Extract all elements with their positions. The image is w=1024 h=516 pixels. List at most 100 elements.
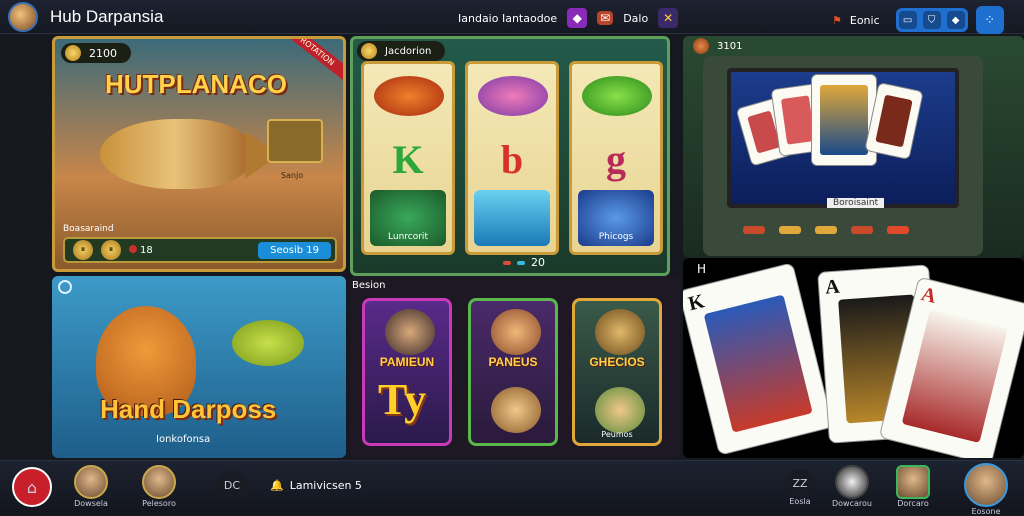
screen-label: Boroisaint	[827, 198, 885, 208]
slot-reel: K Lunrcorit	[361, 61, 455, 255]
slots-panel[interactable]: Jacdorion K Lunrcorit b g Phicogs 20	[350, 36, 670, 276]
coin-icon	[361, 43, 377, 59]
game-title: HUTPLANACO	[105, 69, 287, 99]
game-list-panel: Besion PAMIEUN Ty PANEUS GHECIOS Peumos	[350, 276, 680, 458]
nav-item[interactable]: DC	[218, 471, 246, 499]
dc-badge: DC	[218, 471, 246, 499]
game-card-sub: Peumos	[601, 430, 633, 439]
nav-item[interactable]: Pelesoro	[142, 465, 176, 508]
bet-up-button[interactable]: ⏸	[101, 240, 121, 260]
settings-icon[interactable]: ◆	[946, 11, 965, 29]
fish-illustration	[100, 119, 250, 189]
top-center-group: Iandaio Iantaodoe ◆ ✉ Dalo ✕	[458, 8, 679, 28]
card-art	[703, 294, 813, 433]
fish-boss-panel[interactable]: Hand Darposs Ionkofonsa	[52, 276, 346, 458]
arcade-panel[interactable]: 3101 Boroisaint	[683, 36, 1024, 258]
card-game-panel[interactable]: H K A A	[683, 258, 1024, 458]
nav-item[interactable]: Eosone	[964, 463, 1008, 516]
fishing-hunt-panel[interactable]: 2100 ROTATION HUTPLANACO Sanjo Boasarain…	[52, 36, 346, 272]
tools-icon[interactable]: ✕	[658, 8, 679, 28]
nav-item[interactable]: Dowcarou	[832, 465, 872, 508]
jackpot-balance: Jacdorion	[357, 41, 445, 61]
avatar	[896, 465, 930, 499]
reel-symbol: b	[500, 137, 524, 182]
footer-count: 18	[129, 244, 153, 256]
avatar	[142, 465, 176, 499]
target-icon	[58, 280, 72, 294]
home-icon: ⌂	[12, 467, 52, 507]
game-subtitle: Sanjo	[281, 171, 304, 180]
game-label: Boasaraind	[63, 224, 114, 234]
control-button[interactable]	[779, 226, 801, 234]
status-dot	[129, 244, 137, 253]
promo-ribbon: ROTATION	[279, 39, 343, 83]
menu-grid-icon[interactable]: ⁘	[975, 6, 1004, 34]
game-title: Hand Darposs	[100, 394, 277, 424]
game-footer: ⏸ ⏸ 18 Seosib 19	[63, 237, 337, 263]
reel-symbol: g	[606, 137, 626, 182]
top-right-group: ⚑ Eonic ▭ ⛉ ◆ ⁘	[832, 6, 1004, 34]
top-right-label[interactable]: Eonic	[850, 14, 880, 27]
avatar	[964, 463, 1008, 507]
control-button[interactable]	[743, 226, 765, 234]
game-card[interactable]: GHECIOS Peumos	[572, 298, 662, 446]
slots-footer: 20	[503, 256, 545, 269]
control-button[interactable]	[851, 226, 873, 234]
home-button[interactable]: ⌂	[12, 467, 52, 507]
hooked-fish	[232, 320, 304, 366]
featured-card	[811, 74, 877, 166]
app-logo[interactable]	[8, 1, 38, 32]
coin-balance: 2100	[61, 43, 131, 63]
game-card-title: PAMIEUN	[379, 355, 435, 369]
playing-card: K	[683, 262, 834, 456]
game-card-title: GHECIOS	[589, 355, 645, 369]
zz-badge: ZZ	[786, 469, 814, 497]
nav-item[interactable]: Dowsela	[74, 465, 108, 508]
section-label: Besion	[352, 280, 386, 291]
arcade-screen: Boroisaint	[727, 68, 959, 208]
card-rank: A	[919, 282, 939, 308]
bell-icon: 🔔	[270, 479, 284, 492]
wallet-icon[interactable]: ▭	[898, 11, 917, 29]
card-rank: K	[686, 290, 707, 316]
app-title: Hub Darpansia	[50, 6, 164, 26]
indicator-dot	[503, 260, 511, 265]
green-fish-symbol	[582, 76, 652, 116]
play-button[interactable]: Seosib 19	[258, 241, 331, 259]
character-portrait	[385, 309, 435, 355]
arcade-controls	[743, 226, 909, 234]
slot-reel: b	[465, 61, 559, 255]
avatar	[74, 465, 108, 499]
nav-item[interactable]: 🔔 Lamivicsen 5	[270, 479, 362, 492]
character-portrait	[491, 387, 541, 433]
indicator-dot	[517, 260, 525, 265]
game-subtitle: Ionkofonsa	[156, 434, 211, 445]
card-art	[901, 309, 1008, 444]
mail-icon[interactable]: ✉	[597, 11, 614, 25]
arcade-balance: 3101	[693, 38, 742, 54]
control-button[interactable]	[887, 226, 909, 234]
game-card[interactable]: PANEUS	[468, 298, 558, 446]
coin-icon	[693, 38, 709, 54]
slot-reel: g Phicogs	[569, 61, 663, 255]
reel-bottom-label: Lunrcorit	[370, 190, 446, 246]
character-portrait	[595, 309, 645, 355]
red-fish-symbol	[374, 76, 444, 116]
game-card-title: PANEUS	[488, 355, 538, 369]
treasure-chest	[267, 119, 323, 163]
control-button[interactable]	[815, 226, 837, 234]
nav-item[interactable]: ZZ Eosla	[786, 469, 814, 506]
slots-count: 20	[531, 256, 545, 269]
coin-icon	[65, 45, 81, 61]
bet-down-button[interactable]: ⏸	[73, 240, 93, 260]
nav-item[interactable]: Dorcaro	[896, 465, 930, 508]
quick-actions: ▭ ⛉ ◆	[895, 8, 968, 32]
character-portrait	[595, 387, 645, 433]
flag-icon[interactable]: ⚑	[832, 14, 842, 27]
avatar	[834, 465, 869, 499]
top-center-label: Iandaio Iantaodoe	[458, 11, 558, 25]
shield-icon[interactable]: ⛉	[922, 11, 941, 29]
section-label: H	[697, 262, 707, 276]
top-center-item[interactable]: Dalo	[623, 12, 648, 25]
gem-icon[interactable]: ◆	[567, 8, 588, 28]
